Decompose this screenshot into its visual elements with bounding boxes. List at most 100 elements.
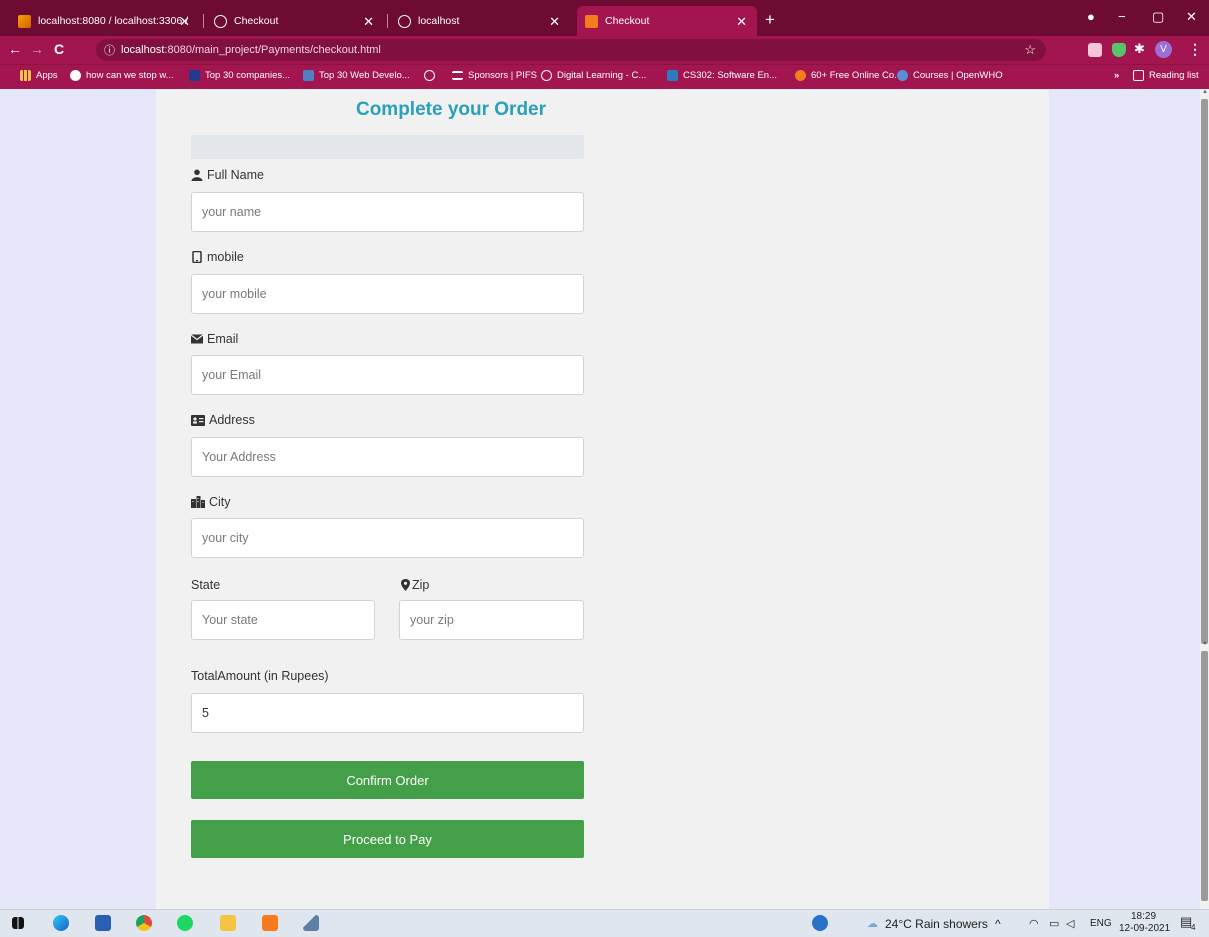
page-viewport: Complete your Order Full Name mobile Ema… [0, 89, 1200, 909]
clock-time[interactable]: 18:29 [1131, 911, 1156, 922]
city-input[interactable] [191, 518, 584, 558]
globe-icon [398, 14, 411, 28]
bookmark-label: how can we stop w... [86, 70, 174, 81]
page-scrollbar[interactable]: ▲ ▼ [1200, 89, 1209, 909]
globe-icon [214, 14, 227, 28]
tray-chevron-icon[interactable]: ^ [995, 917, 1001, 931]
address-card-icon [191, 414, 205, 426]
extension-icon[interactable] [1088, 43, 1102, 57]
weather-text[interactable]: 24°C Rain showers [885, 917, 988, 931]
bookmark-item[interactable]: Top 30 Web Develo... [303, 70, 410, 81]
building-icon [191, 496, 205, 508]
xampp-icon [585, 14, 598, 28]
email-input[interactable] [191, 355, 584, 395]
web-logo-icon [303, 70, 314, 81]
new-tab-button[interactable]: + [765, 10, 775, 30]
tray-battery-icon[interactable]: ▭ [1049, 917, 1059, 930]
clock-date[interactable]: 12-09-2021 [1119, 923, 1170, 934]
back-arrow-icon[interactable]: ← [8, 41, 22, 57]
bookmark-item[interactable] [424, 70, 440, 81]
close-tab-icon[interactable]: ✕ [549, 14, 560, 30]
message-bar [191, 135, 584, 159]
proceed-to-pay-button[interactable]: Proceed to Pay [191, 820, 584, 858]
bookmark-item[interactable]: how can we stop w... [70, 70, 174, 81]
language-indicator[interactable]: ENG [1090, 918, 1112, 929]
shield-extension-icon[interactable] [1112, 43, 1126, 57]
address-label: Address [191, 413, 255, 427]
browser-tab-bar: localhost:8080 / localhost:3306 / ✕ Chec… [0, 0, 1209, 36]
bookmark-label: 60+ Free Online Co... [811, 70, 903, 81]
tab-title: localhost [418, 15, 460, 27]
bookmark-item[interactable]: Top 30 companies... [189, 70, 290, 81]
info-icon[interactable]: ⓘ [104, 42, 115, 58]
globe-icon [541, 70, 552, 81]
checkout-panel: Complete your Order Full Name mobile Ema… [156, 89, 1049, 909]
bookmark-label: CS302: Software En... [683, 70, 777, 81]
tab-phpmyadmin[interactable]: localhost:8080 / localhost:3306 / ✕ [10, 6, 200, 36]
chrome-icon[interactable] [136, 915, 152, 931]
who-icon [897, 70, 908, 81]
tray-volume-icon[interactable]: ◁ [1066, 917, 1074, 930]
edge-icon[interactable] [53, 915, 69, 931]
bookmark-label: Apps [36, 70, 58, 81]
address-input[interactable] [191, 437, 584, 477]
scrollbar-thumb-lower[interactable] [1201, 651, 1208, 901]
city-label: City [191, 495, 231, 509]
scroll-down-arrow-icon[interactable]: ▼ [1202, 641, 1208, 647]
more-bookmarks-button[interactable]: » [1114, 70, 1119, 81]
help-icon[interactable] [812, 915, 828, 931]
apps-grid-icon [20, 70, 31, 81]
pifs-icon [452, 71, 463, 80]
bookmark-item[interactable]: 60+ Free Online Co... [795, 70, 902, 81]
bookmark-item[interactable]: Courses | OpenWHO [897, 70, 1003, 81]
address-bar[interactable]: ⓘ localhost :8080/main_project/Payments/… [96, 39, 1046, 61]
saylor-icon [667, 70, 678, 81]
word-icon[interactable] [95, 915, 111, 931]
account-icon[interactable]: ● [1087, 9, 1095, 24]
tab-title: localhost:8080 / localhost:3306 / [38, 15, 189, 27]
app-icon[interactable] [303, 915, 319, 931]
file-explorer-icon[interactable] [220, 915, 236, 931]
globe-icon [424, 70, 435, 81]
tab-checkout-active[interactable]: Checkout ✕ [577, 6, 757, 36]
full-name-input[interactable] [191, 192, 584, 232]
tab-localhost[interactable]: localhost ✕ [390, 6, 570, 36]
xampp-icon[interactable] [262, 915, 278, 931]
bookmark-item[interactable]: Sponsors | PIFS [452, 70, 537, 81]
reading-list-icon [1133, 70, 1144, 81]
close-tab-icon[interactable]: ✕ [179, 14, 190, 30]
bookmark-label: Digital Learning - C... [557, 70, 647, 81]
envelope-icon [191, 333, 203, 345]
minimize-icon[interactable]: − [1118, 9, 1126, 24]
tray-wifi-icon[interactable]: ◠ [1029, 917, 1039, 930]
bookmark-item[interactable]: CS302: Software En... [667, 70, 777, 81]
state-input[interactable] [191, 600, 375, 640]
close-tab-icon[interactable]: ✕ [363, 14, 374, 30]
close-tab-icon[interactable]: ✕ [736, 14, 747, 30]
reading-list-button[interactable]: Reading list [1133, 70, 1199, 81]
reading-list-label: Reading list [1149, 70, 1199, 81]
star-icon[interactable]: ☆ [1024, 42, 1036, 58]
confirm-order-button[interactable]: Confirm Order [191, 761, 584, 799]
map-marker-icon [399, 579, 411, 591]
reload-icon[interactable]: C [54, 41, 64, 57]
forward-arrow-icon[interactable]: → [30, 41, 44, 57]
profile-avatar[interactable]: V [1155, 41, 1172, 58]
scroll-up-arrow-icon[interactable]: ▲ [1202, 89, 1208, 95]
url-host: localhost [121, 44, 165, 56]
scrollbar-thumb-upper[interactable] [1201, 99, 1208, 644]
weather-icon[interactable]: ☁ [867, 917, 878, 930]
course-icon [795, 70, 806, 81]
windows-start-icon[interactable] [12, 917, 24, 929]
bookmark-apps[interactable]: Apps [20, 70, 58, 81]
close-window-icon[interactable]: ✕ [1186, 9, 1197, 25]
menu-kebab-icon[interactable]: ⋮ [1188, 41, 1202, 58]
maximize-icon[interactable]: ▢ [1152, 9, 1164, 25]
tab-checkout[interactable]: Checkout ✕ [206, 6, 384, 36]
bookmark-item[interactable]: Digital Learning - C... [541, 70, 646, 81]
zip-input[interactable] [399, 600, 584, 640]
mobile-input[interactable] [191, 274, 584, 314]
total-amount-input[interactable] [191, 693, 584, 733]
spotify-icon[interactable] [177, 915, 193, 931]
puzzle-icon[interactable]: ✱ [1134, 41, 1145, 57]
